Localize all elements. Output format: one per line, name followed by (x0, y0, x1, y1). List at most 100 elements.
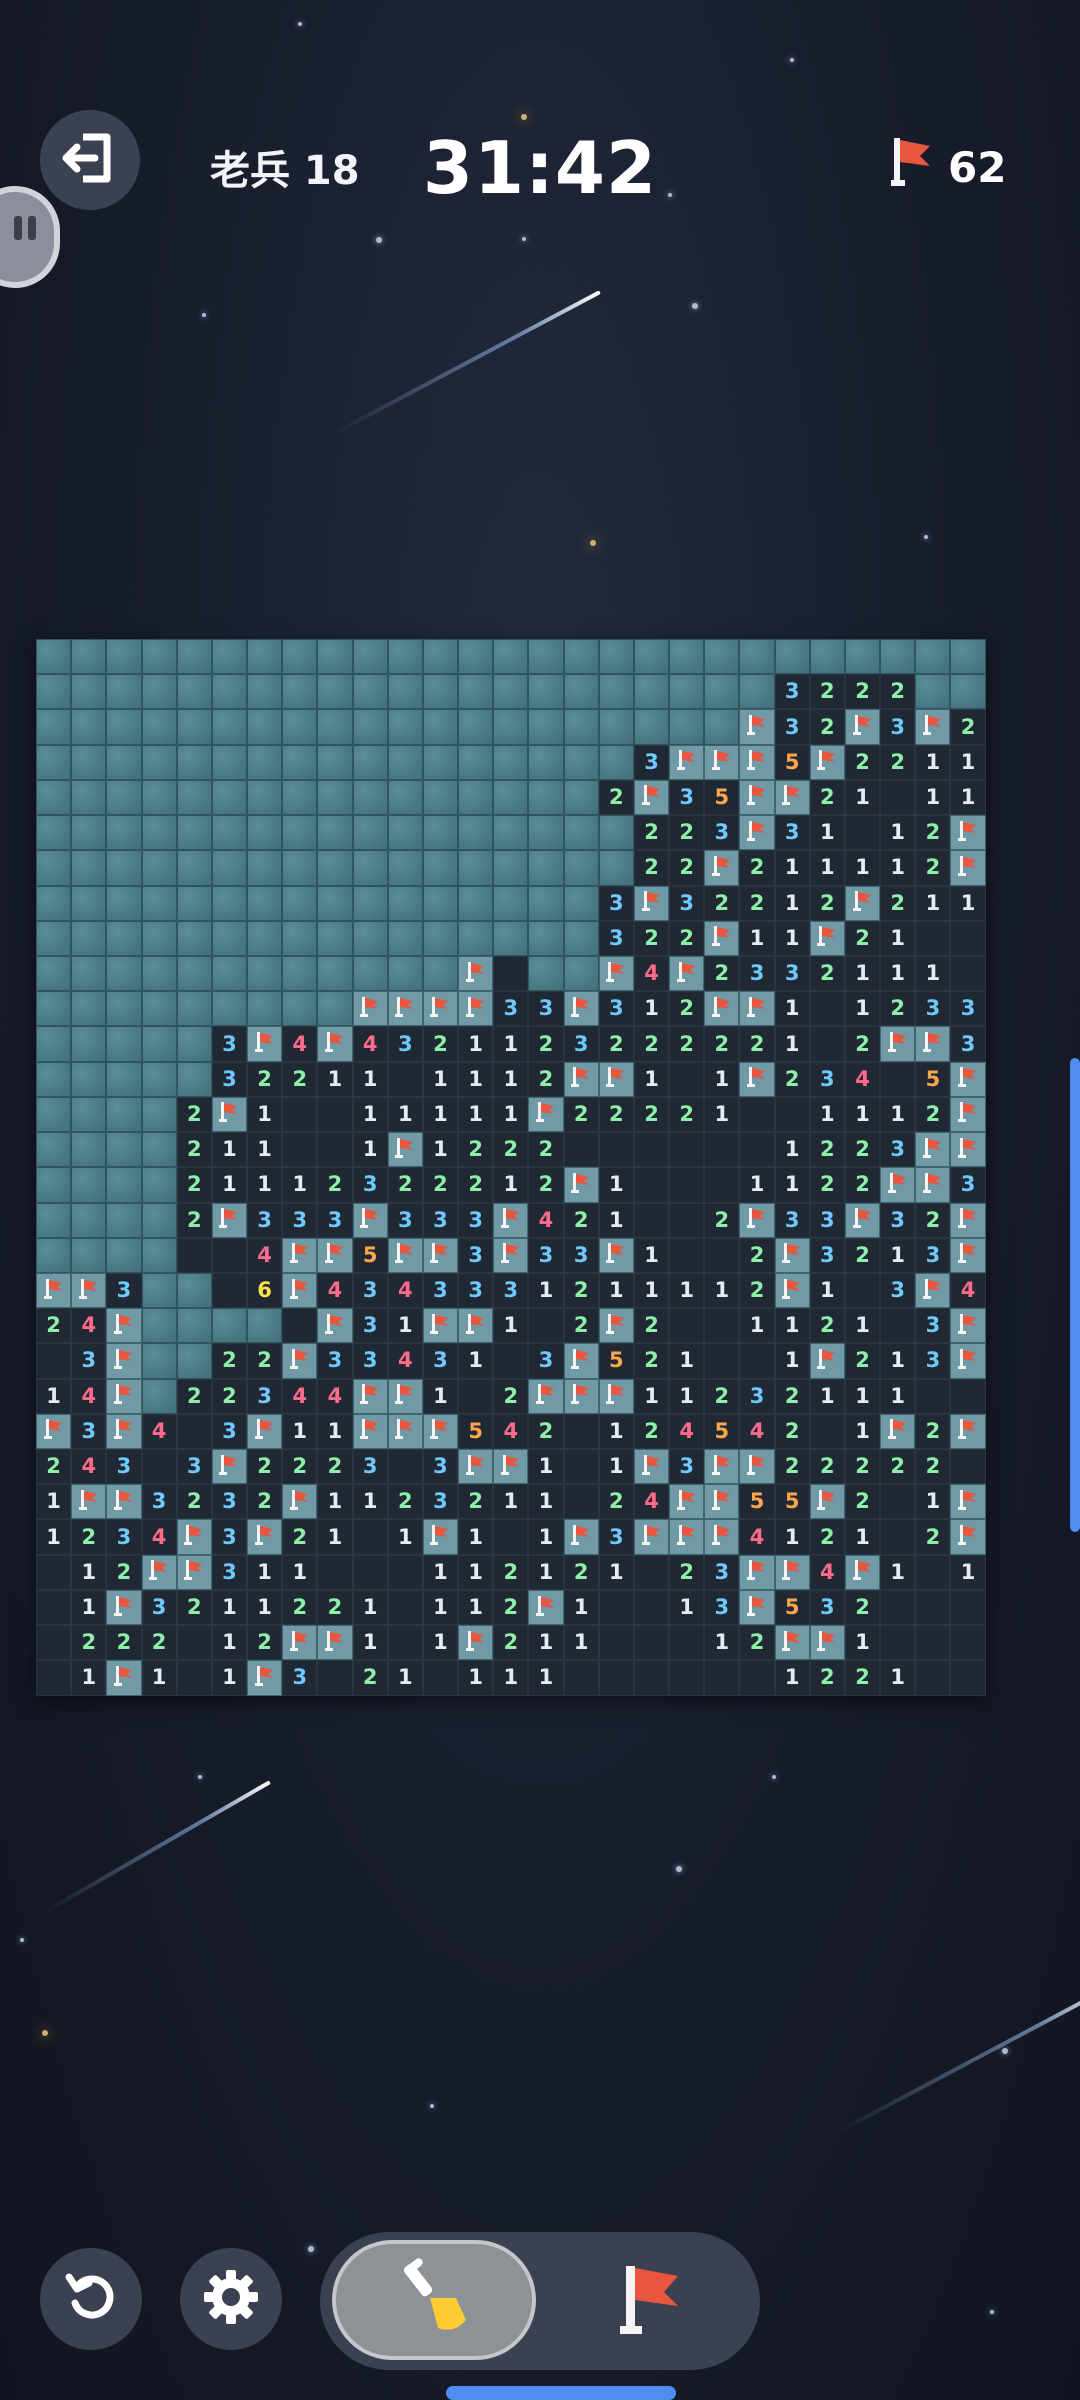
number-tile[interactable]: 2 (809, 1308, 845, 1344)
number-tile[interactable]: 1 (844, 1625, 881, 1661)
number-tile[interactable]: 1 (774, 1132, 810, 1168)
hidden-tile[interactable] (36, 639, 72, 675)
number-tile[interactable]: 1 (563, 1625, 599, 1661)
number-tile[interactable]: 1 (633, 1237, 670, 1273)
open-tile[interactable] (704, 1132, 740, 1168)
hidden-tile[interactable] (950, 639, 986, 675)
open-tile[interactable] (950, 955, 986, 992)
number-tile[interactable]: 1 (247, 1167, 283, 1203)
number-tile[interactable]: 3 (282, 1660, 318, 1696)
open-tile[interactable] (669, 1308, 705, 1344)
flagged-tile[interactable] (739, 1589, 775, 1626)
hidden-tile[interactable] (528, 639, 564, 675)
open-tile[interactable] (633, 1660, 670, 1696)
number-tile[interactable]: 2 (247, 1343, 283, 1379)
hidden-tile[interactable] (247, 709, 283, 745)
open-tile[interactable] (704, 1308, 740, 1344)
hidden-tile[interactable] (106, 1132, 142, 1168)
number-tile[interactable]: 2 (809, 1167, 845, 1203)
flagged-tile[interactable] (106, 1343, 142, 1379)
number-tile[interactable]: 1 (352, 1132, 388, 1168)
number-tile[interactable]: 4 (844, 1061, 881, 1097)
number-tile[interactable]: 3 (247, 1202, 283, 1238)
flagged-tile[interactable] (422, 1308, 459, 1344)
open-tile[interactable] (880, 1625, 916, 1661)
hidden-tile[interactable] (211, 991, 248, 1027)
number-tile[interactable]: 1 (36, 1519, 72, 1555)
hidden-tile[interactable] (422, 955, 459, 992)
hidden-tile[interactable] (352, 885, 388, 921)
number-tile[interactable]: 3 (493, 991, 529, 1027)
hidden-tile[interactable] (247, 1308, 283, 1344)
hidden-tile[interactable] (176, 1061, 212, 1097)
number-tile[interactable]: 2 (809, 885, 845, 921)
number-tile[interactable]: 2 (633, 815, 670, 851)
hidden-tile[interactable] (106, 639, 142, 675)
number-tile[interactable]: 4 (669, 1413, 705, 1450)
number-tile[interactable]: 2 (493, 1378, 529, 1414)
number-tile[interactable]: 1 (844, 1096, 881, 1133)
number-tile[interactable]: 4 (317, 1272, 353, 1309)
hidden-tile[interactable] (282, 920, 318, 956)
number-tile[interactable]: 1 (211, 1132, 248, 1168)
number-tile[interactable]: 2 (422, 1167, 459, 1203)
number-tile[interactable]: 3 (809, 1202, 845, 1238)
hidden-tile[interactable] (141, 1308, 177, 1344)
number-tile[interactable]: 2 (633, 1026, 670, 1062)
hidden-tile[interactable] (317, 815, 353, 851)
number-tile[interactable]: 1 (598, 1272, 634, 1309)
flagged-tile[interactable] (317, 1625, 353, 1661)
open-tile[interactable] (704, 1237, 740, 1273)
open-tile[interactable] (317, 1096, 353, 1133)
number-tile[interactable]: 3 (809, 1061, 845, 1097)
open-tile[interactable] (317, 1132, 353, 1168)
number-tile[interactable]: 1 (598, 1167, 634, 1203)
number-tile[interactable]: 1 (247, 1589, 283, 1626)
number-tile[interactable]: 2 (809, 674, 845, 710)
number-tile[interactable]: 2 (598, 1026, 634, 1062)
hidden-tile[interactable] (880, 639, 916, 675)
hidden-tile[interactable] (141, 1026, 177, 1062)
number-tile[interactable]: 1 (563, 1589, 599, 1626)
flagged-tile[interactable] (458, 1449, 494, 1485)
undo-button[interactable] (40, 2248, 142, 2350)
number-tile[interactable]: 2 (36, 1308, 72, 1344)
number-tile[interactable]: 5 (739, 1484, 775, 1520)
number-tile[interactable]: 3 (352, 1449, 388, 1485)
hidden-tile[interactable] (141, 744, 177, 780)
flagged-tile[interactable] (739, 744, 775, 780)
hidden-tile[interactable] (36, 920, 72, 956)
hidden-tile[interactable] (458, 674, 494, 710)
number-tile[interactable]: 1 (704, 1096, 740, 1133)
number-tile[interactable]: 4 (739, 1413, 775, 1450)
hidden-tile[interactable] (71, 674, 107, 710)
open-tile[interactable] (598, 1660, 634, 1696)
number-tile[interactable]: 1 (282, 1167, 318, 1203)
number-tile[interactable]: 1 (458, 1589, 494, 1626)
flagged-tile[interactable] (352, 1202, 388, 1238)
flagged-tile[interactable] (563, 1343, 599, 1379)
hidden-tile[interactable] (247, 815, 283, 851)
number-tile[interactable]: 2 (36, 1449, 72, 1485)
number-tile[interactable]: 5 (774, 1484, 810, 1520)
open-tile[interactable] (950, 920, 986, 956)
number-tile[interactable]: 4 (387, 1272, 423, 1309)
number-tile[interactable]: 1 (915, 885, 951, 921)
hidden-tile[interactable] (563, 955, 599, 992)
open-tile[interactable] (844, 1272, 881, 1309)
flagged-tile[interactable] (282, 1272, 318, 1309)
number-tile[interactable]: 1 (844, 955, 881, 992)
flagged-tile[interactable] (458, 955, 494, 992)
hidden-tile[interactable] (36, 815, 72, 851)
hidden-tile[interactable] (317, 885, 353, 921)
hidden-tile[interactable] (36, 1202, 72, 1238)
hidden-tile[interactable] (71, 1202, 107, 1238)
number-tile[interactable]: 1 (844, 991, 881, 1027)
hidden-tile[interactable] (598, 850, 634, 886)
hidden-tile[interactable] (563, 850, 599, 886)
hidden-tile[interactable] (141, 674, 177, 710)
number-tile[interactable]: 2 (915, 1449, 951, 1485)
hidden-tile[interactable] (71, 1132, 107, 1168)
open-tile[interactable] (633, 1554, 670, 1590)
number-tile[interactable]: 1 (950, 1554, 986, 1590)
